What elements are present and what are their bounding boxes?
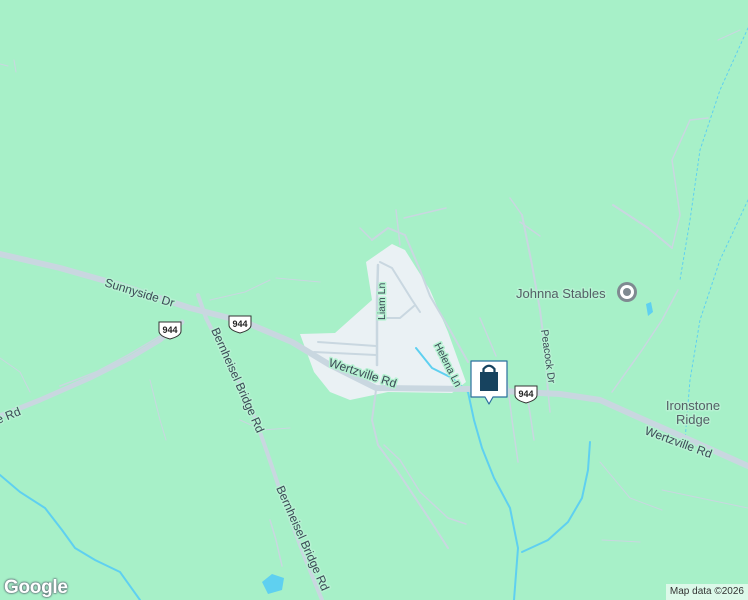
route-shield-number: 944	[518, 389, 533, 399]
shopping-bag-icon	[470, 360, 508, 405]
route-shield-number: 944	[162, 325, 177, 335]
route-shield-944-east: 944	[514, 385, 538, 404]
poi-label-johnna-stables: Johnna Stables	[516, 286, 606, 301]
map-viewport[interactable]: Sunnyside Dr Bernheisel Bridge Rd Bernhe…	[0, 0, 748, 600]
route-shield-number: 944	[232, 319, 247, 329]
listing-marker[interactable]	[469, 359, 509, 405]
area-label-ironstone-ridge-line1: Ironstone	[666, 398, 720, 413]
route-shield-944-west: 944	[158, 321, 182, 340]
road-label-liam: Liam Ln	[376, 282, 388, 320]
map-canvas[interactable]: Sunnyside Dr Bernheisel Bridge Rd Bernhe…	[0, 0, 748, 600]
area-label-ironstone-ridge-line2: Ridge	[676, 412, 710, 427]
place-pin-icon	[617, 282, 637, 302]
google-logo: Google	[4, 577, 68, 598]
route-shield-944-center: 944	[228, 315, 252, 334]
map-attribution[interactable]: Map data ©2026	[665, 584, 748, 600]
